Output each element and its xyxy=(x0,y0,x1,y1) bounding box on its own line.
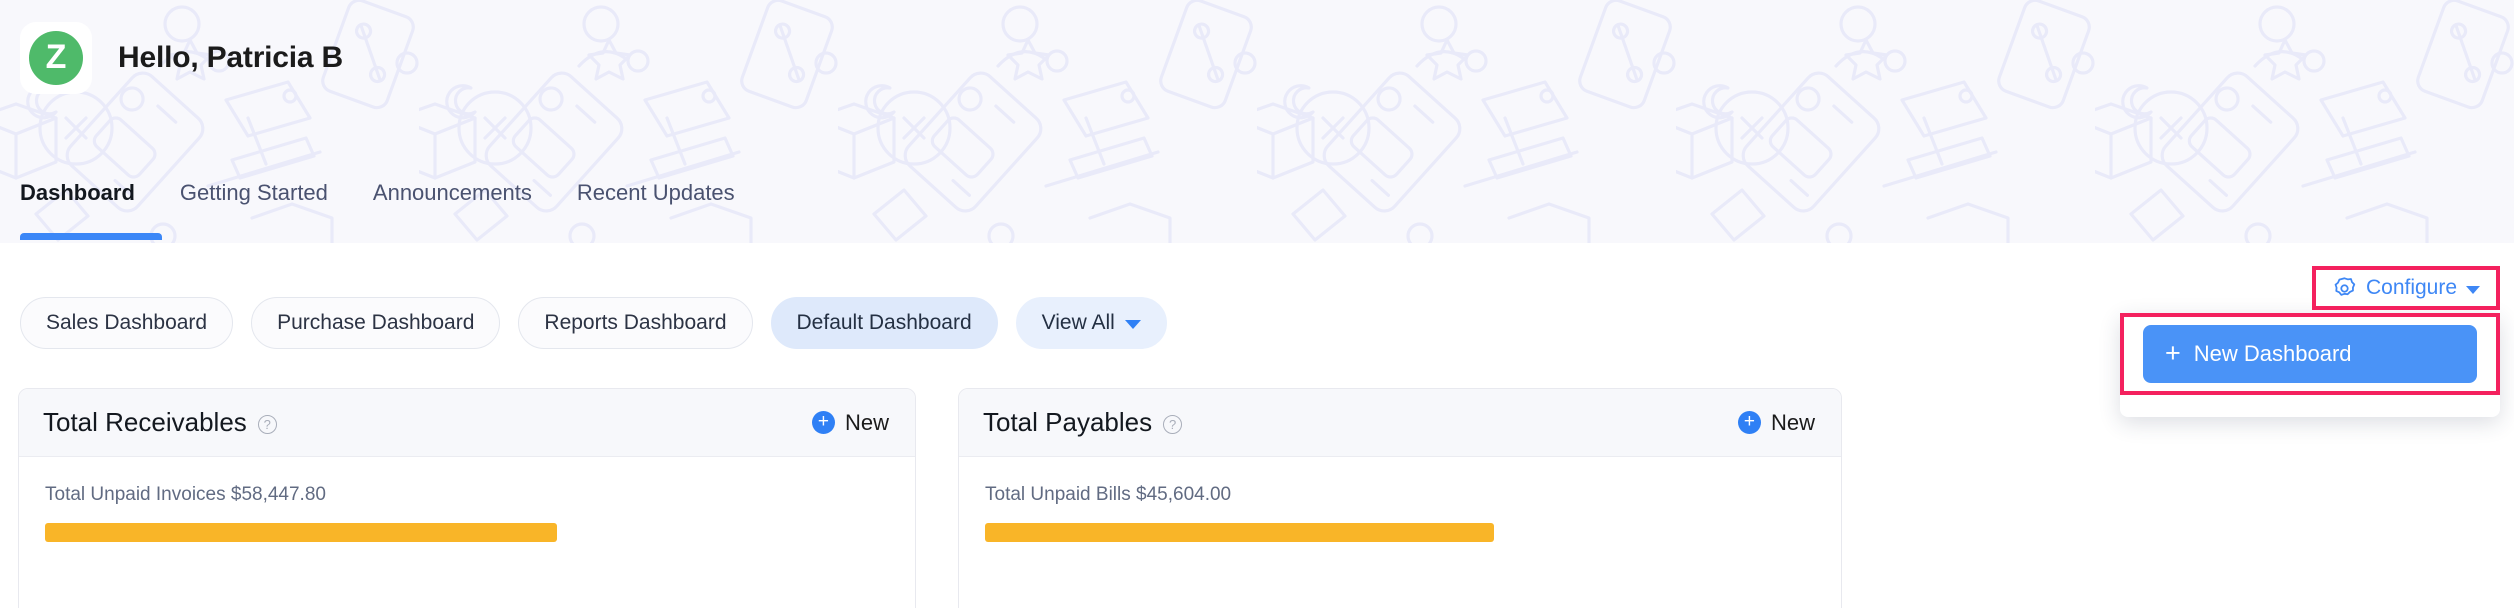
card-title-wrap: Total Payables ? xyxy=(983,407,1183,438)
unpaid-invoices-bar xyxy=(45,523,915,542)
new-dashboard-button[interactable]: + New Dashboard xyxy=(2143,325,2477,383)
zoho-logo: Z xyxy=(29,31,83,85)
card-total-payables: Total Payables ? + New Total Unpaid Bill… xyxy=(958,388,1842,608)
main-tabs: Dashboard Getting Started Announcements … xyxy=(20,178,735,208)
unpaid-invoices-label: Total Unpaid Invoices $58,447.80 xyxy=(45,484,326,505)
plus-circle-icon: + xyxy=(811,411,835,434)
new-button-label: New xyxy=(844,409,889,435)
view-all-button[interactable]: View All xyxy=(1015,297,1167,349)
unpaid-bills-bar xyxy=(985,523,1841,542)
new-invoice-button[interactable]: + New xyxy=(811,409,889,436)
tab-dashboard[interactable]: Dashboard xyxy=(20,178,158,208)
header-banner: Z Hello, Patricia B Dashboard Getting St… xyxy=(0,0,2514,243)
card-title: Total Receivables xyxy=(43,407,247,437)
tab-recent-updates[interactable]: Recent Updates xyxy=(577,178,735,208)
page-title: Hello, Patricia B xyxy=(118,41,344,74)
chevron-down-icon xyxy=(2466,285,2481,294)
new-button-label: New xyxy=(1770,409,1815,435)
plus-circle-icon: + xyxy=(1737,411,1761,434)
view-all-label: View All xyxy=(1041,311,1115,334)
card-body: Total Unpaid Invoices $58,447.80 xyxy=(19,457,915,542)
pill-default-dashboard[interactable]: Default Dashboard xyxy=(770,297,998,349)
configure-label: Configure xyxy=(2365,276,2458,299)
chevron-down-icon xyxy=(1124,320,1141,329)
new-bill-button[interactable]: + New xyxy=(1737,409,1815,436)
plus-icon: + xyxy=(2165,337,2181,368)
card-total-receivables: Total Receivables ? + New Total Unpaid I… xyxy=(18,388,916,608)
zoho-logo-tile: Z xyxy=(20,22,92,94)
pill-purchase-dashboard[interactable]: Purchase Dashboard xyxy=(251,297,501,349)
help-icon[interactable]: ? xyxy=(257,415,277,434)
card-title: Total Payables xyxy=(983,407,1153,437)
tab-getting-started[interactable]: Getting Started xyxy=(180,178,351,208)
greeting-row: Z Hello, Patricia B xyxy=(20,22,343,94)
card-header: Total Receivables ? + New xyxy=(19,389,915,457)
pill-sales-dashboard[interactable]: Sales Dashboard xyxy=(20,297,234,349)
card-body: Total Unpaid Bills $45,604.00 xyxy=(959,457,1841,542)
pill-reports-dashboard[interactable]: Reports Dashboard xyxy=(518,297,753,349)
new-dashboard-highlight: + New Dashboard xyxy=(2120,313,2500,395)
configure-button[interactable]: Configure xyxy=(2312,266,2500,310)
help-icon[interactable]: ? xyxy=(1163,415,1183,434)
active-tab-indicator xyxy=(20,233,162,240)
new-dashboard-label: New Dashboard xyxy=(2193,341,2352,366)
bar-fill xyxy=(45,523,557,542)
app-root: Z Hello, Patricia B Dashboard Getting St… xyxy=(0,0,2514,608)
tab-announcements[interactable]: Announcements xyxy=(373,178,555,208)
card-header: Total Payables ? + New xyxy=(959,389,1841,457)
unpaid-bills-label: Total Unpaid Bills $45,604.00 xyxy=(985,484,1232,505)
bar-fill xyxy=(985,523,1494,542)
gear-icon xyxy=(2334,276,2356,296)
card-title-wrap: Total Receivables ? xyxy=(43,407,277,438)
dashboard-filter-row: Sales Dashboard Purchase Dashboard Repor… xyxy=(20,297,1167,349)
